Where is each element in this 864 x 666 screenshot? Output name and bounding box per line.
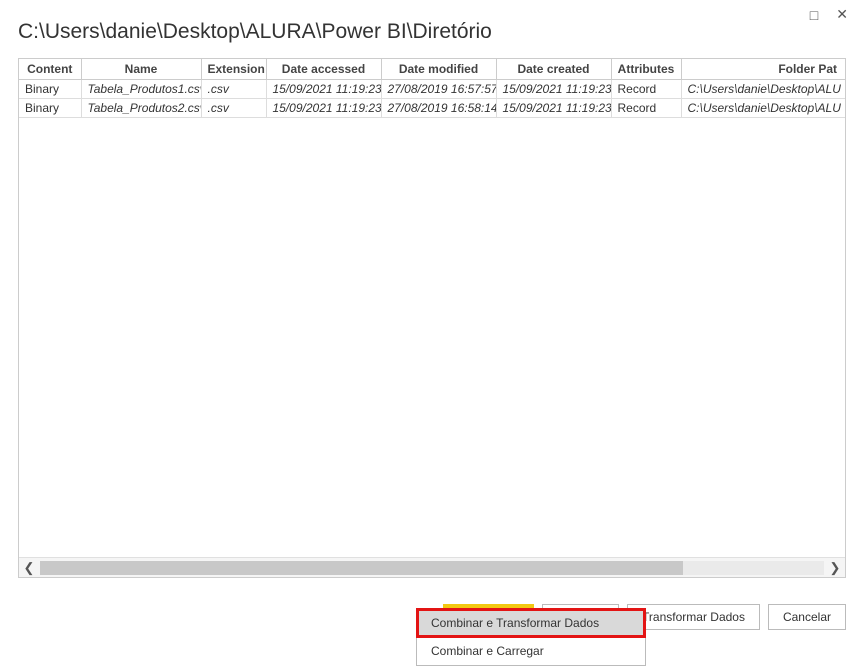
cell-created: 15/09/2021 11:19:23 — [496, 99, 611, 118]
cell-attributes: Record — [611, 99, 681, 118]
cell-name: Tabela_Produtos2.csv — [81, 99, 201, 118]
col-header-accessed[interactable]: Date accessed — [266, 59, 381, 80]
dropdown-combine-load[interactable]: Combinar e Carregar — [417, 637, 645, 665]
col-header-attributes[interactable]: Attributes — [611, 59, 681, 80]
col-header-extension[interactable]: Extension — [201, 59, 266, 80]
cell-name: Tabela_Produtos1.csv — [81, 80, 201, 99]
dropdown-combine-transform[interactable]: Combinar e Transformar Dados — [416, 608, 646, 638]
cell-attributes: Record — [611, 80, 681, 99]
maximize-icon[interactable]: □ — [810, 7, 818, 23]
cell-path: C:\Users\danie\Desktop\ALU — [681, 80, 845, 99]
combine-dropdown: Combinar e Transformar Dados Combinar e … — [416, 608, 646, 666]
data-table: Content Name Extension Date accessed Dat… — [19, 59, 845, 118]
cell-extension: .csv — [201, 80, 266, 99]
horizontal-scrollbar[interactable]: ❮ ❯ — [19, 557, 845, 577]
scroll-left-icon[interactable]: ❮ — [19, 558, 39, 578]
scroll-right-icon[interactable]: ❯ — [825, 558, 845, 578]
cell-path: C:\Users\danie\Desktop\ALU — [681, 99, 845, 118]
scroll-track[interactable] — [40, 561, 824, 575]
cell-accessed: 15/09/2021 11:19:23 — [266, 99, 381, 118]
col-header-path[interactable]: Folder Pat — [681, 59, 845, 80]
table-row[interactable]: Binary Tabela_Produtos2.csv .csv 15/09/2… — [19, 99, 845, 118]
cell-content: Binary — [19, 99, 81, 118]
cell-accessed: 15/09/2021 11:19:23 — [266, 80, 381, 99]
scroll-thumb[interactable] — [40, 561, 683, 575]
cancel-button[interactable]: Cancelar — [768, 604, 846, 630]
col-header-created[interactable]: Date created — [496, 59, 611, 80]
window-title: C:\Users\danie\Desktop\ALURA\Power BI\Di… — [0, 0, 864, 54]
cell-modified: 27/08/2019 16:58:14 — [381, 99, 496, 118]
col-header-name[interactable]: Name — [81, 59, 201, 80]
cell-modified: 27/08/2019 16:57:57 — [381, 80, 496, 99]
close-icon[interactable]: ✕ — [836, 6, 848, 23]
cell-content: Binary — [19, 80, 81, 99]
data-table-container: Content Name Extension Date accessed Dat… — [18, 58, 846, 578]
table-row[interactable]: Binary Tabela_Produtos1.csv .csv 15/09/2… — [19, 80, 845, 99]
transform-button[interactable]: Transformar Dados — [627, 604, 760, 630]
col-header-modified[interactable]: Date modified — [381, 59, 496, 80]
cell-extension: .csv — [201, 99, 266, 118]
col-header-content[interactable]: Content — [19, 59, 81, 80]
cell-created: 15/09/2021 11:19:23 — [496, 80, 611, 99]
table-header-row: Content Name Extension Date accessed Dat… — [19, 59, 845, 80]
